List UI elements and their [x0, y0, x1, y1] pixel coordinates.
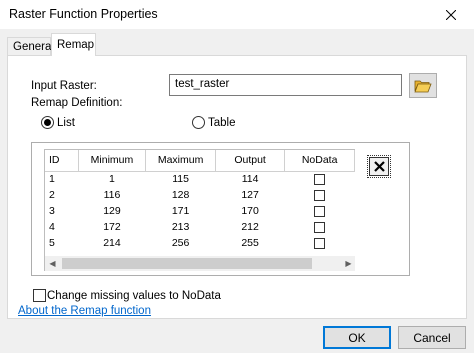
cell-minimum[interactable]: 116 — [78, 187, 146, 203]
cell-minimum[interactable]: 1 — [78, 171, 146, 187]
tab-remap[interactable]: Remap — [51, 33, 96, 56]
horizontal-scrollbar[interactable]: ◀ ▶ — [45, 256, 355, 271]
tab-general[interactable]: General — [7, 37, 54, 56]
change-missing-checkbox[interactable] — [33, 289, 46, 302]
cell-nodata — [285, 235, 355, 251]
cell-nodata — [285, 219, 355, 235]
cell-minimum[interactable]: 214 — [78, 235, 146, 251]
radio-list[interactable] — [41, 116, 54, 129]
cancel-button[interactable]: Cancel — [398, 326, 466, 349]
about-remap-link[interactable]: About the Remap function — [18, 305, 151, 317]
column-header-maximum[interactable]: Maximum — [145, 150, 216, 172]
tab-general-label: General — [13, 41, 54, 53]
cell-id: 3 — [49, 205, 55, 217]
remap-definition-label: Remap Definition: — [31, 97, 123, 109]
table-row[interactable]: 1 1 115 114 — [45, 171, 355, 187]
cell-maximum[interactable]: 128 — [146, 187, 216, 203]
cell-nodata — [285, 187, 355, 203]
input-raster-field[interactable]: test_raster — [169, 74, 402, 96]
column-header-minimum[interactable]: Minimum — [78, 150, 147, 172]
table-row[interactable]: 5 214 256 255 — [45, 235, 355, 251]
radio-table[interactable] — [192, 116, 205, 129]
scrollbar-thumb[interactable] — [62, 258, 312, 269]
column-header-id[interactable]: ID — [45, 150, 79, 172]
tab-remap-label: Remap — [57, 39, 95, 51]
cell-output[interactable]: 212 — [215, 219, 284, 235]
open-folder-icon — [414, 80, 432, 92]
table-row[interactable]: 4 172 213 212 — [45, 219, 355, 235]
nodata-checkbox[interactable] — [314, 237, 326, 249]
nodata-checkbox[interactable] — [314, 221, 326, 233]
cell-maximum[interactable]: 171 — [146, 203, 216, 219]
remap-grid-container: ID Minimum Maximum Output NoData 1 1 115… — [31, 142, 410, 276]
table-row[interactable]: 2 116 128 127 — [45, 187, 355, 203]
cell-id: 1 — [49, 173, 55, 186]
delete-row-button[interactable] — [367, 155, 391, 178]
table-header-row: ID Minimum Maximum Output NoData — [45, 150, 355, 172]
cell-minimum[interactable]: 129 — [78, 203, 146, 219]
cell-output[interactable]: 127 — [215, 187, 284, 203]
cell-nodata — [285, 203, 355, 219]
radio-list-label: List — [57, 117, 75, 129]
window-title: Raster Function Properties — [9, 7, 158, 21]
cell-maximum[interactable]: 213 — [146, 219, 216, 235]
cell-output[interactable]: 114 — [215, 171, 284, 187]
cell-minimum[interactable]: 172 — [78, 219, 146, 235]
nodata-checkbox[interactable] — [314, 189, 326, 201]
remap-table-grid: ID Minimum Maximum Output NoData 1 1 115… — [45, 150, 355, 251]
delete-x-icon — [373, 161, 385, 172]
column-header-output[interactable]: Output — [215, 150, 286, 172]
close-icon — [446, 9, 456, 20]
input-raster-label: Input Raster: — [31, 80, 97, 92]
nodata-checkbox[interactable] — [314, 173, 326, 185]
cell-output[interactable]: 170 — [215, 203, 284, 219]
cell-id: 4 — [49, 221, 55, 233]
cell-output[interactable]: 255 — [215, 235, 284, 251]
browse-button[interactable] — [409, 73, 437, 98]
cell-id: 2 — [49, 189, 55, 201]
cell-maximum[interactable]: 115 — [146, 171, 216, 187]
ok-button[interactable]: OK — [323, 326, 391, 349]
cell-maximum[interactable]: 256 — [146, 235, 216, 251]
radio-table-label: Table — [208, 117, 236, 129]
column-header-nodata[interactable]: NoData — [284, 150, 355, 172]
dialog-window: Raster Function Properties General Remap… — [0, 0, 474, 353]
chevron-right-icon[interactable]: ▶ — [341, 256, 355, 271]
change-missing-label: Change missing values to NoData — [47, 290, 221, 302]
cell-nodata — [285, 171, 355, 187]
chevron-left-icon[interactable]: ◀ — [45, 256, 60, 271]
close-button[interactable] — [428, 0, 474, 29]
nodata-checkbox[interactable] — [314, 205, 326, 217]
title-bar: Raster Function Properties — [0, 0, 474, 29]
cell-id: 5 — [49, 237, 55, 249]
remap-table[interactable]: ID Minimum Maximum Output NoData 1 1 115… — [44, 149, 355, 271]
table-row[interactable]: 3 129 171 170 — [45, 203, 355, 219]
